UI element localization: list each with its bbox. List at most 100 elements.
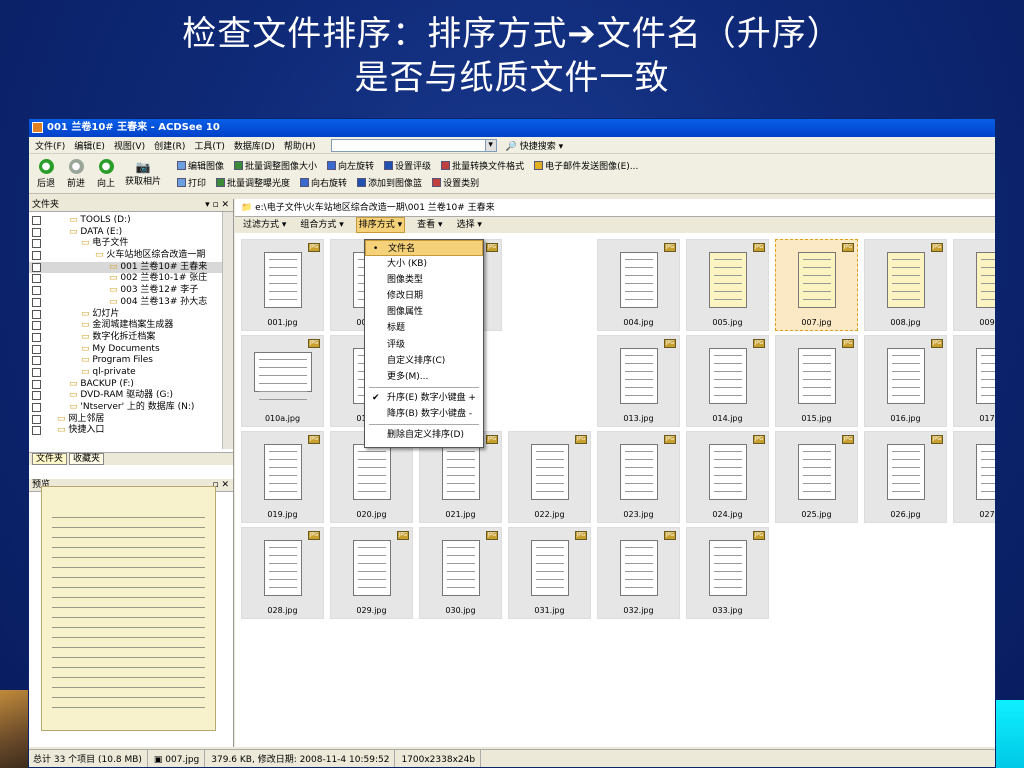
thumbnail[interactable]: JPG 013.jpg: [597, 335, 680, 427]
sort-menu-item[interactable]: 评级: [365, 337, 483, 353]
sort-menu-item[interactable]: 大小 (KB): [365, 256, 483, 272]
sort-menu-item[interactable]: 更多(M)...: [365, 369, 483, 385]
sort-menu-item[interactable]: 图像属性: [365, 304, 483, 320]
pane-tab[interactable]: 收藏夹: [69, 453, 105, 465]
thumbnail[interactable]: JPG 004.jpg: [597, 239, 680, 331]
sort-menu-item[interactable]: 降序(B) 数字小键盘 -: [365, 406, 483, 422]
tree-item[interactable]: ▭ 001 兰卷10# 王春来: [29, 261, 233, 274]
thumbnail[interactable]: JPG 014.jpg: [686, 335, 769, 427]
acquire-button[interactable]: 📷 获取相片: [123, 160, 163, 187]
tree-item[interactable]: ▭ 幻灯片: [29, 309, 233, 321]
nav-button[interactable]: ● 向上: [93, 158, 119, 189]
toolbar-button[interactable]: 设置类别: [432, 176, 479, 189]
tree-item[interactable]: ▭ 快捷入口: [29, 425, 233, 437]
thumbnail[interactable]: JPG009.jpg: [953, 239, 995, 331]
sort-menu-item[interactable]: 自定义排序(C): [365, 353, 483, 369]
thumbnail[interactable]: JPG 015.jpg: [775, 335, 858, 427]
thumbnail[interactable]: JPG 028.jpg: [241, 527, 324, 619]
toolbar-button[interactable]: 批量调整图像大小: [234, 159, 317, 172]
tree-checkbox[interactable]: [32, 309, 41, 319]
pane-tab[interactable]: 文件夹: [32, 453, 68, 465]
menu-item[interactable]: 数据库(D): [234, 139, 275, 152]
thumbnail[interactable]: JPG 032.jpg: [597, 527, 680, 619]
sort-menu-item[interactable]: 修改日期: [365, 288, 483, 304]
menu-item[interactable]: 编辑(E): [74, 139, 105, 152]
menu-item[interactable]: 视图(V): [114, 139, 145, 152]
thumbnail[interactable]: JPG 001.jpg: [241, 239, 324, 331]
thumbnail[interactable]: JPG 031.jpg: [508, 527, 591, 619]
tree-item[interactable]: ▭ TOOLS (D:): [29, 215, 233, 227]
tree-checkbox[interactable]: [32, 262, 41, 272]
tree-item[interactable]: ▭ 002 兰卷10-1# 张庄: [29, 273, 233, 285]
toolbar-button[interactable]: 添加到图像篮: [357, 176, 422, 189]
menu-item[interactable]: 帮助(H): [284, 139, 316, 152]
nav-button[interactable]: ● 前进: [63, 158, 89, 189]
view-toolbar-button[interactable]: 选择 ▾: [455, 217, 484, 233]
tree-item[interactable]: ▭ 004 兰卷13# 孙大志: [29, 297, 233, 309]
tree-checkbox[interactable]: [32, 403, 41, 412]
toolbar-button[interactable]: 向右旋转: [300, 176, 347, 189]
chevron-down-icon[interactable]: ▾: [484, 138, 497, 152]
view-toolbar-button[interactable]: 过滤方式 ▾: [241, 217, 288, 233]
thumbnail[interactable]: JPG 007.jpg: [775, 239, 858, 331]
toolbar-button[interactable]: 电子邮件发送图像(E)...: [534, 159, 638, 172]
tree-item[interactable]: ▭ 'Ntserver' 上的 数据库 (N:): [29, 402, 233, 414]
nav-button[interactable]: ● 后退: [33, 158, 59, 189]
thumbnail[interactable]: JPG 026.jpg: [864, 431, 947, 523]
tree-checkbox[interactable]: [32, 297, 41, 307]
tree-checkbox[interactable]: [32, 414, 41, 424]
tree-item[interactable]: ▭ ql-private: [29, 367, 233, 379]
tree-checkbox[interactable]: [32, 239, 41, 249]
thumbnail[interactable]: JPG027.jpg: [953, 431, 995, 523]
toolbar-button[interactable]: 向左旋转: [327, 159, 374, 172]
thumbnail[interactable]: JPG 024.jpg: [686, 431, 769, 523]
menu-item[interactable]: 工具(T): [194, 139, 225, 152]
thumbnail[interactable]: JPG 033.jpg: [686, 527, 769, 619]
sort-menu-item[interactable]: 标题: [365, 320, 483, 336]
tree-checkbox[interactable]: [32, 321, 41, 331]
view-toolbar-button[interactable]: 排序方式 ▾: [355, 217, 406, 233]
path-bar[interactable]: 📁 e:\电子文件\火车站地区综合改造一期\001 兰卷10# 王春来: [235, 199, 995, 217]
tree-item[interactable]: ▭ DATA (E:): [29, 227, 233, 239]
tree-item[interactable]: ▭ 网上邻居: [29, 414, 233, 426]
thumbnail[interactable]: JPG 030.jpg: [419, 527, 502, 619]
tree-item[interactable]: ▭ My Documents: [29, 344, 233, 356]
thumbnail[interactable]: JPG 005.jpg: [686, 239, 769, 331]
window-titlebar[interactable]: 001 兰卷10# 王春来 - ACDSee 10: [29, 119, 995, 137]
tree-item[interactable]: ▭ 003 兰卷12# 李子: [29, 285, 233, 297]
tree-checkbox[interactable]: [32, 367, 41, 377]
thumbnail[interactable]: JPG017.jpg: [953, 335, 995, 427]
menu-item[interactable]: 创建(R): [154, 139, 185, 152]
tree-checkbox[interactable]: [32, 379, 41, 389]
thumbnail[interactable]: JPG 025.jpg: [775, 431, 858, 523]
thumbnail[interactable]: JPG 029.jpg: [330, 527, 413, 619]
tree-item[interactable]: ▭ BACKUP (F:): [29, 379, 233, 391]
tree-item[interactable]: ▭ 数字化拆迁档案: [29, 332, 233, 344]
view-toolbar-button[interactable]: 查看 ▾: [415, 217, 444, 233]
sort-menu-item[interactable]: 图像类型: [365, 272, 483, 288]
toolbar-button[interactable]: 打印: [177, 176, 206, 189]
tree-item[interactable]: ▭ DVD-RAM 驱动器 (G:): [29, 390, 233, 402]
toolbar-button[interactable]: 批量转换文件格式: [441, 159, 524, 172]
tree-checkbox[interactable]: [32, 227, 41, 237]
quick-search-button[interactable]: 🔎 快捷搜索 ▾: [506, 139, 564, 152]
address-combo[interactable]: [330, 138, 486, 152]
sort-menu-item[interactable]: ✔ 升序(E) 数字小键盘 +: [365, 390, 483, 406]
thumbnail[interactable]: JPG 016.jpg: [864, 335, 947, 427]
tree-item[interactable]: ▭ 电子文件: [29, 238, 233, 250]
view-toolbar-button[interactable]: 组合方式 ▾: [298, 217, 345, 233]
thumbnail[interactable]: JPG 019.jpg: [241, 431, 324, 523]
thumbnail[interactable]: JPG 023.jpg: [597, 431, 680, 523]
tree-item[interactable]: ▭ 金润城建档案生成器: [29, 320, 233, 332]
tree-checkbox[interactable]: [32, 251, 41, 261]
thumbnail[interactable]: JPG 008.jpg: [864, 239, 947, 331]
tree-checkbox[interactable]: [32, 426, 41, 436]
menu-item[interactable]: 文件(F): [35, 139, 65, 152]
tree-checkbox[interactable]: [32, 356, 41, 366]
tree-checkbox[interactable]: [32, 344, 41, 354]
toolbar-button[interactable]: 批量调整曝光度: [216, 176, 290, 189]
tree-checkbox[interactable]: [32, 332, 41, 342]
tree-checkbox[interactable]: [32, 286, 41, 296]
tree-checkbox[interactable]: [32, 216, 41, 225]
toolbar-button[interactable]: 编辑图像: [177, 159, 224, 172]
